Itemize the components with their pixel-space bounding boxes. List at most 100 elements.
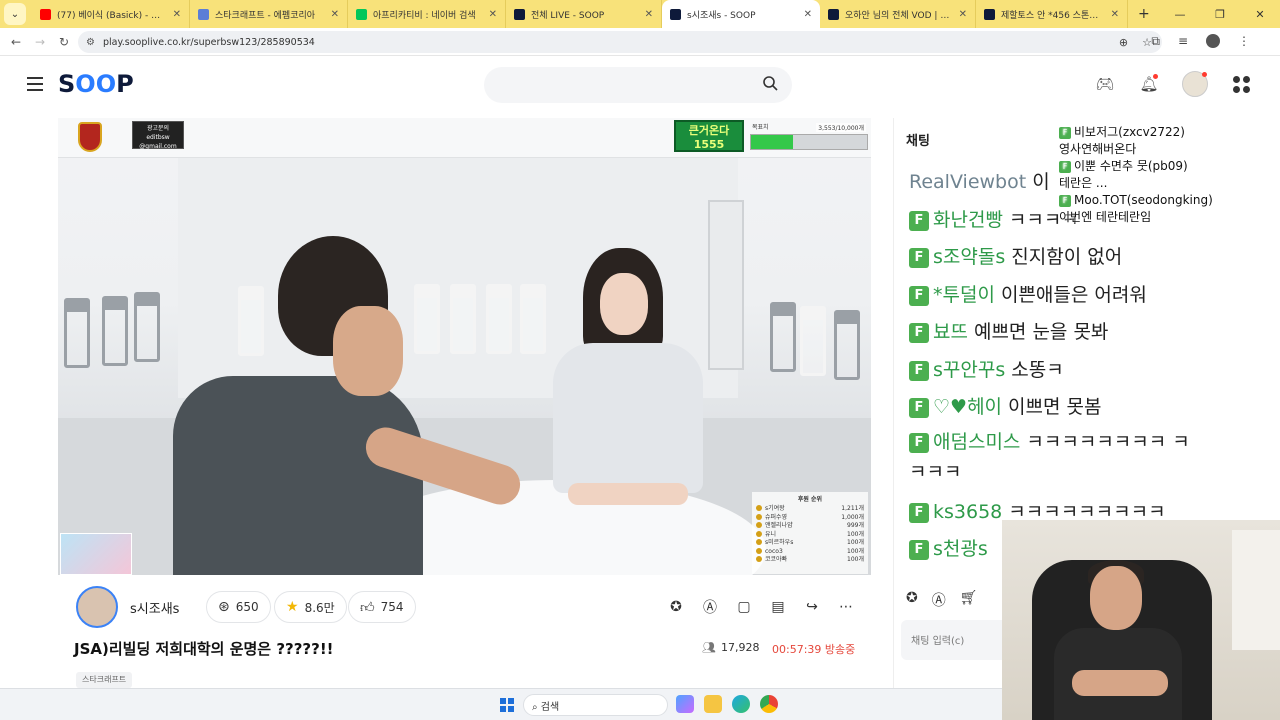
channel-name[interactable]: s시조새s — [130, 598, 179, 617]
browser-tab-bar: ⌄ (77) 베이식 (Basick) - 만남은 ✕ 스타크래프트 - 에펨코리아… — [0, 0, 1280, 28]
donation-rank-overlay: 후원 순위 s기여왕 1,211개 슈퍼수영 1,000개 앤젤리나얌 999개 유니 100… — [752, 492, 868, 574]
channel-avatar[interactable] — [76, 586, 118, 628]
chat-nickname[interactable]: ♡♥헤이 — [933, 396, 1002, 418]
floating-chat-text: Moo.TOT(seodongking) — [1074, 193, 1213, 207]
forward-icon[interactable]: → — [28, 35, 52, 49]
tab-close-icon[interactable]: ✕ — [1111, 9, 1119, 20]
like-count-button[interactable]: 👍︎ 754 — [348, 591, 416, 623]
tab-favicon-icon — [514, 8, 525, 20]
bookmark-count-button[interactable]: ⊛ 650 — [206, 591, 271, 623]
tab-close-icon[interactable]: ✕ — [331, 9, 339, 20]
chat-nickname[interactable]: s조약돌s — [933, 246, 1005, 268]
reading-list-icon[interactable]: ≡ — [1178, 34, 1188, 49]
browser-tab[interactable]: 전체 LIVE - SOOP ✕ — [506, 0, 662, 28]
minimize-icon[interactable]: — — [1160, 8, 1200, 21]
ad-balloon-icon[interactable]: Ⓐ — [699, 596, 721, 618]
chat-message[interactable]: F *투덜이 이쁜애들은 어려워 — [909, 277, 1199, 315]
medal-icon — [756, 530, 762, 537]
tab-title: 제할토스 안 *456 스톤활영 — [1001, 10, 1105, 21]
rank-row: s기여왕 1,211개 — [756, 505, 864, 514]
clip-icon[interactable]: ▤ — [767, 596, 789, 618]
browser-tab[interactable]: 오하안 님의 전체 VOD | SOOP ✕ — [820, 0, 976, 28]
chat-message[interactable]: F ♡♥헤이 이쁘면 못봄 — [909, 389, 1199, 427]
balloon-gift-icon[interactable]: ✪ — [906, 590, 918, 610]
new-tab-button[interactable]: + — [1128, 6, 1160, 22]
url-field[interactable]: ⚙ play.sooplive.co.kr/superbsw123/285890… — [78, 31, 1162, 53]
fan-badge-icon: F — [909, 210, 929, 231]
tab-close-icon[interactable]: ✕ — [645, 9, 653, 20]
apps-grid-icon[interactable] — [1230, 73, 1252, 95]
rank-name: 코코아빠 — [765, 556, 788, 563]
chat-message[interactable]: F 애덤스미스 ㅋㅋㅋㅋㅋㅋㅋㅋ ㅋㅋㅋㅋ — [909, 427, 1199, 487]
tab-close-icon[interactable]: ✕ — [959, 9, 967, 20]
ad-balloon-icon[interactable]: Ⓐ — [932, 590, 946, 610]
extensions-icon[interactable]: ⧉ — [1151, 34, 1160, 49]
edge-icon[interactable] — [732, 695, 750, 713]
browser-tab[interactable]: 아프리카티비 : 네이버 검색 ✕ — [348, 0, 506, 28]
zoom-icon[interactable]: ⊕ — [1119, 36, 1128, 49]
chat-nickname[interactable]: ks3658 — [933, 501, 1002, 523]
soop-logo[interactable]: SOOP — [58, 70, 134, 98]
favorite-count-button[interactable]: ★ 8.6만 — [274, 591, 347, 623]
share-icon[interactable]: ↪ — [801, 596, 823, 618]
tab-close-icon[interactable]: ✕ — [804, 9, 812, 20]
chat-nickname[interactable]: RealViewbot — [909, 171, 1026, 193]
chat-nickname[interactable]: s천광s — [933, 538, 988, 560]
browser-tab[interactable]: 스타크래프트 - 에펨코리아 ✕ — [190, 0, 348, 28]
thumbs-up-icon: 👍︎ — [360, 599, 375, 616]
reload-icon[interactable]: ↻ — [52, 35, 76, 49]
chat-tools: ✪ Ⓐ 🛒︎ — [906, 590, 978, 610]
more-options-icon[interactable]: ⋯ — [835, 596, 857, 618]
file-explorer-icon[interactable] — [704, 695, 722, 713]
site-info-icon[interactable]: ⚙ — [86, 37, 95, 48]
video-player[interactable]: 광고문의 editbsw @gmail.com 큰거온다 1555 목표치 3,… — [58, 118, 871, 575]
tab-title: 오하안 님의 전체 VOD | SOOP — [845, 10, 953, 21]
game-controller-icon[interactable]: 🎮︎ — [1094, 73, 1116, 95]
search-icon[interactable] — [762, 75, 778, 91]
browser-tab[interactable]: (77) 베이식 (Basick) - 만남은 ✕ — [32, 0, 190, 28]
floating-chat-overlay: F 비보저그(zxcv2722) 영사연해버온다 F 이뿐 수면추 뭇(pb09) 테란은… — [1059, 124, 1279, 226]
copilot-icon[interactable] — [676, 695, 694, 713]
chat-message[interactable]: Fs조약돌s 진지함이 없어 — [909, 239, 1199, 277]
tab-search-dropdown-icon[interactable]: ⌄ — [4, 3, 26, 25]
search-input[interactable] — [484, 67, 792, 103]
chat-nickname[interactable]: *투덜이 — [933, 284, 995, 306]
fan-badge-icon: F — [909, 248, 929, 268]
chat-message[interactable]: Fs꾸안꾸s 소똥ㅋ — [909, 352, 1199, 390]
sticker-icon[interactable]: ▢ — [733, 596, 755, 618]
browser-tab[interactable]: s시조새s - SOOP ✕ — [662, 0, 820, 28]
maximize-icon[interactable]: ❐ — [1200, 8, 1240, 21]
tab-title: 전체 LIVE - SOOP — [531, 10, 605, 21]
chat-input[interactable]: 채팅 입력(c) — [901, 620, 1011, 660]
more-menu-icon[interactable]: ⋮ — [1238, 34, 1250, 49]
notification-bell-icon[interactable]: 🔔︎ — [1138, 73, 1160, 95]
back-icon[interactable]: ← — [4, 35, 28, 49]
chat-nickname[interactable]: 뵤뜨 — [933, 321, 968, 343]
chat-nickname[interactable]: 애덤스미스 — [933, 431, 1020, 453]
floating-chat-text: 이번엔 테란테란임 — [1059, 210, 1152, 224]
favorite-count: 8.6만 — [304, 600, 335, 615]
profile-avatar[interactable] — [1206, 34, 1220, 48]
tab-close-icon[interactable]: ✕ — [489, 9, 497, 20]
rank-value: 1,211개 — [841, 505, 864, 512]
shop-cart-icon[interactable]: 🛒︎ — [960, 590, 978, 610]
medal-icon — [756, 505, 762, 511]
browser-tab[interactable]: 제할토스 안 *456 스톤활영 ✕ — [976, 0, 1128, 28]
windows-start-icon[interactable] — [500, 698, 514, 712]
medal-icon — [756, 547, 762, 554]
chat-nickname[interactable]: 화난건빵 — [933, 209, 1003, 231]
chrome-icon[interactable] — [760, 695, 778, 713]
goal-gauge-fill — [751, 135, 793, 149]
hamburger-menu-icon[interactable] — [27, 77, 43, 95]
chat-text: 이쁘면 못봄 — [1008, 396, 1102, 418]
close-window-icon[interactable]: ✕ — [1240, 8, 1280, 21]
tab-close-icon[interactable]: ✕ — [173, 9, 181, 20]
tab-favicon-icon — [198, 8, 209, 20]
chat-message[interactable]: F 뵤뜨 예쁘면 눈을 못봐 — [909, 314, 1199, 352]
taskbar-search[interactable]: ⌕ 검색 — [523, 694, 668, 716]
user-avatar[interactable] — [1182, 71, 1208, 97]
chat-nickname[interactable]: s꾸안꾸s — [933, 359, 1005, 381]
balloon-gift-icon[interactable]: ✪ — [665, 596, 687, 618]
category-tag[interactable]: 스타크래프트 — [76, 672, 133, 688]
channel-info-row: s시조새s ⊛ 650 ★ 8.6만 👍︎ 754 ✪ Ⓐ ▢ ▤ ↪ ⋯ — [58, 583, 871, 631]
